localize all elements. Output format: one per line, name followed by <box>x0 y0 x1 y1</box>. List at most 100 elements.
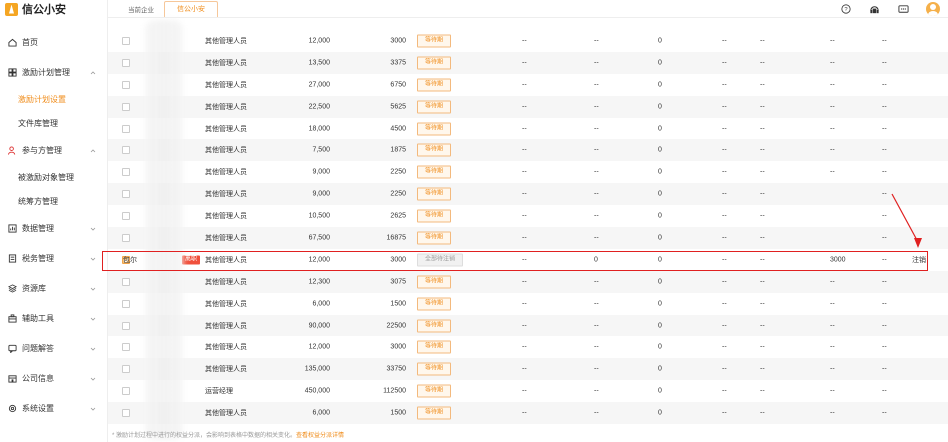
cell-4: -- <box>722 190 727 198</box>
row-checkbox[interactable] <box>122 343 130 352</box>
cell-7: -- <box>882 322 887 330</box>
shares-cell: 3375 <box>390 59 406 67</box>
sidebar-subitem-2-0[interactable]: 被激励对象管理 <box>0 165 107 189</box>
sidebar-item-label: 公司信息 <box>22 373 54 383</box>
status-badge: 等待期 <box>417 319 452 333</box>
cell-3: 0 <box>658 212 662 220</box>
support-icon[interactable] <box>868 3 881 16</box>
sidebar-item-7[interactable]: 问题解答 <box>0 333 107 363</box>
status-badge: 等待期 <box>417 56 452 70</box>
help-icon[interactable]: ? <box>839 3 852 16</box>
table-row[interactable]: 其他管理人员 9,000 2250 等待期 -- -- 0 -- -- -- -- <box>108 161 948 183</box>
cell-7: -- <box>882 343 887 351</box>
sidebar-item-8[interactable]: 公司信息 <box>0 363 107 393</box>
cell-7: -- <box>882 146 887 154</box>
top-header: 当前企业 信公小安 ? <box>108 0 948 18</box>
sidebar-subitem-1-1[interactable]: 文件库管理 <box>0 111 107 135</box>
row-checkbox[interactable] <box>122 277 130 286</box>
position-cell: 其他管理人员 <box>205 300 247 308</box>
table-row[interactable]: 其他管理人员 90,000 22500 等待期 -- -- 0 -- -- -- -- <box>108 314 948 337</box>
sidebar-group-5: 资源库 <box>0 273 107 303</box>
row-checkbox[interactable] <box>122 124 130 133</box>
shares-cell: 3075 <box>390 278 406 286</box>
sidebar-item-label: 激励计划管理 <box>22 67 70 77</box>
row-checkbox[interactable] <box>122 299 130 308</box>
table-row[interactable]: 运营经理 450,000 112500 等待期 -- -- 0 -- -- -- -- <box>108 380 948 402</box>
row-checkbox[interactable] <box>122 36 130 45</box>
row-checkbox[interactable] <box>122 233 130 242</box>
cell-7: -- <box>882 103 887 111</box>
cell-2: -- <box>594 322 599 330</box>
sidebar-item-0[interactable]: 首页 <box>0 27 107 57</box>
row-checkbox[interactable] <box>122 102 130 111</box>
cell-4: -- <box>722 212 727 220</box>
table-row[interactable]: 其他管理人员 9,000 2250 等待期 -- -- 0 -- -- -- <box>108 183 948 206</box>
sidebar-group-0: 首页 <box>0 27 107 57</box>
table-row[interactable]: 其他管理人员 22,500 5625 等待期 -- -- 0 -- -- -- -- <box>108 95 948 118</box>
position-cell: 其他管理人员 <box>205 191 247 199</box>
sidebar-subitem-2-1[interactable]: 统筹方管理 <box>0 189 107 213</box>
table-row[interactable]: 其他管理人员 12,300 3075 等待期 -- -- 0 -- -- -- -- <box>108 270 948 293</box>
table-row[interactable]: 其他管理人员 135,000 33750 等待期 -- -- 0 -- -- -- -- <box>108 358 948 381</box>
table-row[interactable]: 其他管理人员 6,000 1500 等待期 -- -- 0 -- -- -- -- <box>108 402 948 425</box>
row-checkbox[interactable] <box>122 190 130 199</box>
sidebar-item-5[interactable]: 资源库 <box>0 273 107 303</box>
table-row[interactable]: 其他管理人员 7,500 1875 等待期 -- -- 0 -- -- -- -- <box>108 139 948 162</box>
dividend-detail-link[interactable]: 查看权益分派详情 <box>296 433 344 439</box>
sidebar: 信公小安 首页激励计划管理激励计划设置 文件库管理 参与方管理 被激励对象管理 统筹方管… <box>0 0 108 442</box>
row-checkbox[interactable] <box>122 146 130 155</box>
table-row[interactable]: 其他管理人员 6,000 1500 等待期 -- -- 0 -- -- -- -- <box>108 293 948 315</box>
cell-5: -- <box>760 125 765 132</box>
cell-3: 0 <box>658 37 662 45</box>
cell-7: -- <box>882 212 887 220</box>
sidebar-subitem-1-0[interactable]: 激励计划设置 <box>0 87 107 111</box>
employee-name: 包尔 <box>123 256 137 264</box>
table-row[interactable]: 其他管理人员 13,500 3375 等待期 -- -- 0 -- -- -- -- <box>108 51 948 74</box>
row-checkbox[interactable] <box>122 387 130 396</box>
table-row[interactable]: 其他管理人员 12,000 3000 等待期 -- -- 0 -- -- -- -- <box>108 30 948 52</box>
table-row[interactable]: 其他管理人员 18,000 4500 等待期 -- -- 0 -- -- -- -- <box>108 118 948 140</box>
shares-cell: 5625 <box>390 103 406 111</box>
message-icon[interactable] <box>897 3 910 16</box>
position-cell: 其他管理人员 <box>205 169 247 177</box>
cancel-action-link[interactable]: 注销 <box>912 255 926 265</box>
sidebar-item-9[interactable]: 系统设置 <box>0 393 107 423</box>
sidebar-item-2[interactable]: 参与方管理 <box>0 135 107 165</box>
table-row[interactable]: 其他管理人员 10,500 2625 等待期 -- -- 0 -- -- -- <box>108 205 948 227</box>
row-checkbox[interactable] <box>122 365 130 374</box>
table-row[interactable]: 其他管理人员 12,000 3000 等待期 -- -- 0 -- -- -- -- <box>108 336 948 358</box>
cell-6: -- <box>830 81 835 89</box>
cell-6: -- <box>830 59 835 67</box>
row-checkbox[interactable] <box>122 58 130 67</box>
cell-4: -- <box>722 168 727 176</box>
position-cell: 其他管理人员 <box>205 344 247 352</box>
table-row[interactable]: 其他管理人员 27,000 6750 等待期 -- -- 0 -- -- -- -- <box>108 74 948 96</box>
amount-cell: 90,000 <box>308 322 330 330</box>
cell-1: -- <box>522 409 527 417</box>
brand[interactable]: 信公小安 <box>0 0 107 18</box>
table-row[interactable]: 包尔 离职 其他管理人员 12,000 3000 全部待注销 -- 0 0 -- -- 3000 -- 注… <box>108 249 948 271</box>
cell-1: -- <box>522 234 527 242</box>
row-checkbox[interactable] <box>122 409 130 418</box>
row-checkbox[interactable] <box>122 168 130 177</box>
cell-2: -- <box>594 278 599 286</box>
row-checkbox[interactable] <box>122 80 130 89</box>
company-tab[interactable]: 信公小安 <box>164 0 218 17</box>
sidebar-item-6[interactable]: 辅助工具 <box>0 303 107 333</box>
sidebar-item-4[interactable]: 税务管理 <box>0 243 107 273</box>
cell-5: -- <box>760 81 765 89</box>
cell-5: -- <box>760 103 765 111</box>
sidebar-item-3[interactable]: 数据管理 <box>0 213 107 243</box>
row-checkbox[interactable] <box>122 212 130 221</box>
sidebar-group-2: 参与方管理 被激励对象管理 统筹方管理 <box>0 135 107 213</box>
amount-cell: 12,300 <box>308 278 330 286</box>
table-row[interactable]: 其他管理人员 67,500 16875 等待期 -- -- 0 -- -- -- <box>108 227 948 249</box>
cell-3: 0 <box>658 343 662 351</box>
row-checkbox[interactable] <box>122 321 130 330</box>
user-avatar[interactable] <box>926 2 940 16</box>
amount-cell: 22,500 <box>308 103 330 111</box>
database-icon <box>8 223 17 233</box>
position-cell: 其他管理人员 <box>205 81 247 89</box>
sidebar-item-1[interactable]: 激励计划管理 <box>0 57 107 87</box>
chevron-down-icon <box>90 39 96 45</box>
